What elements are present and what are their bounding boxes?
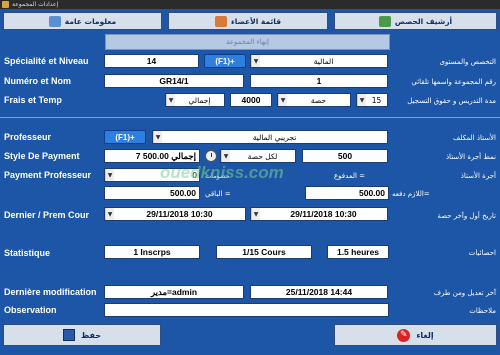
numero-label-ar: رقم المجموعة واسمها تلقائي <box>411 78 496 86</box>
numero-field[interactable]: GR14/1 <box>104 74 244 88</box>
chevron-down-icon: ▼ <box>251 55 260 67</box>
tab-sessions-archive[interactable]: أرشيف الحصص <box>334 12 497 30</box>
style-payment-label-ar: نمط أجرة الأستاذ <box>445 153 496 161</box>
tab-label: معلومات عامة <box>64 16 117 26</box>
window-titlebar: إعدادات المجموعة <box>0 0 500 9</box>
nom-field[interactable]: 1 <box>250 74 388 88</box>
frais-field[interactable]: 4000 <box>230 93 272 107</box>
statistique-label: Statistique <box>4 248 51 258</box>
window-title: إعدادات المجموعة <box>12 1 59 8</box>
required-field: 500.00 <box>305 186 389 200</box>
last-date-picker[interactable]: ▼ 29/11/2018 10:30 <box>104 207 246 221</box>
observation-field[interactable] <box>104 303 389 317</box>
chevron-down-icon: ▼ <box>153 131 162 143</box>
stat-cours: 1/15 Cours <box>216 245 312 259</box>
chevron-down-icon: ▼ <box>357 94 366 106</box>
professeur-select[interactable]: ▼ تجريبي المالية <box>152 130 388 144</box>
cancel-icon: ✎ <box>397 328 411 342</box>
modified-by-field: مدير=admin <box>104 285 244 299</box>
specialite-label-ar: التخصص والمستوى <box>439 58 496 66</box>
info-icon <box>48 15 61 27</box>
f1-professeur-button[interactable]: (F1)+ <box>104 130 146 144</box>
chevron-down-icon: ▼ <box>221 150 230 162</box>
statistique-label-ar: احصائيات <box>468 249 496 257</box>
modified-at-field: 25/11/2018 14:44 <box>250 285 388 299</box>
tab-members-list[interactable]: قائمة الأعضاء <box>168 12 328 30</box>
tab-label: قائمة الأعضاء <box>230 16 282 26</box>
chevron-down-icon: ▼ <box>278 94 287 106</box>
observation-label-ar: ملاحظات <box>469 307 496 315</box>
professeur-label: Professeur <box>4 132 52 142</box>
stat-heures: 1.5 heures <box>327 245 389 259</box>
section-divider <box>0 117 500 118</box>
clock-icon[interactable] <box>205 150 217 162</box>
dernier-prem-label-ar: تاريخ أول وآخر حصة <box>437 212 496 220</box>
first-date-picker[interactable]: ▼ 29/11/2018 10:30 <box>250 207 388 221</box>
temp-select[interactable]: ▼ 15 <box>356 93 388 107</box>
observation-label: Observation <box>4 305 57 315</box>
remaining-label: الباقي = <box>205 190 231 198</box>
users-icon <box>214 15 227 27</box>
floppy-disk-icon <box>62 329 75 341</box>
specialite-label: Spécialité et Niveau <box>4 56 89 66</box>
niveau-field[interactable]: 14 <box>104 54 199 68</box>
calendar-dropdown-icon: ▼ <box>105 208 114 220</box>
derniere-modif-label-ar: آخر تعديل ومن طرف <box>433 289 496 297</box>
payment-prof-label-ar: أجرة الأستاذ <box>460 172 496 180</box>
payment-style-select[interactable]: ▼ لكل حصة <box>220 149 296 163</box>
end-group-button[interactable]: إنهاء المجموعة <box>105 34 390 50</box>
paid-label: المدفوع = <box>334 172 366 180</box>
chevron-down-icon: ▼ <box>105 169 114 181</box>
derniere-modif-label: Dernière modification <box>4 287 97 297</box>
f1-specialite-button[interactable]: (F1)+ <box>204 54 246 68</box>
required-label: اللازم دفعه= <box>392 190 430 198</box>
archive-icon <box>378 15 391 27</box>
payment-total-field: 7 500.00 إجمالي <box>104 149 200 163</box>
remaining-field: 500.00 <box>104 186 200 200</box>
style-value-field[interactable]: 500 <box>302 149 388 163</box>
payment-prof-label: Payment Professeur <box>4 170 92 180</box>
watermark: ouedkniss.com <box>160 163 284 182</box>
calendar-dropdown-icon: ▼ <box>251 208 260 220</box>
stat-inscrits: 1 Inscrps <box>104 245 200 259</box>
frais-label: Frais et Temp <box>4 95 62 105</box>
chevron-down-icon: ▼ <box>166 94 175 106</box>
dernier-prem-label: Dernier / Prem Cour <box>4 210 90 220</box>
tab-general-info[interactable]: معلومات عامة <box>3 12 162 30</box>
specialite-select[interactable]: ▼ المالية <box>250 54 388 68</box>
frais-label-ar: مدة التدريس و حقوق التسجيل <box>407 97 496 105</box>
save-button[interactable]: حفظ <box>3 324 161 346</box>
app-icon <box>2 1 9 8</box>
cancel-button[interactable]: ✎ إلغاء <box>334 324 497 346</box>
tab-label: أرشيف الحصص <box>394 16 453 26</box>
unit-select[interactable]: ▼ حصة <box>277 93 351 107</box>
numero-label: Numéro et Nom <box>4 76 72 86</box>
professeur-label-ar: الأستاذ المكلف <box>453 134 496 142</box>
duree-unit-select[interactable]: ▼ إجمالي <box>165 93 225 107</box>
style-payment-label: Style De Payment <box>4 151 80 161</box>
